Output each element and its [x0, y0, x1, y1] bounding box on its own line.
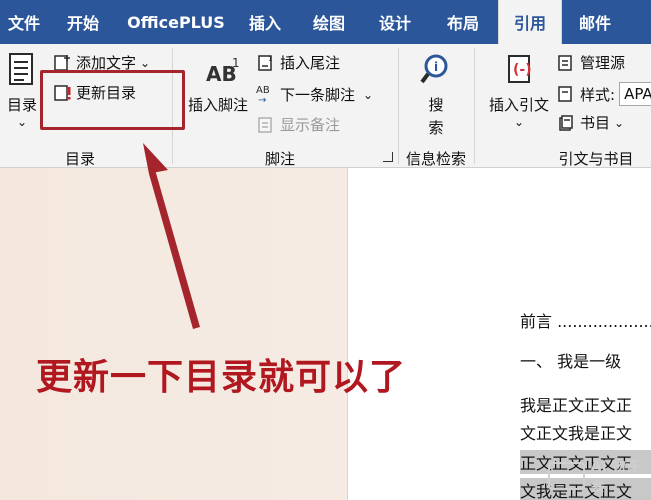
chevron-down-icon: ⌄: [363, 87, 374, 102]
ribbon-tab-bar: 文件 开始 OfficePLUS 插入 绘图 设计 布局 引用 邮件: [0, 0, 651, 44]
style-selector[interactable]: 样式: APA: [556, 82, 651, 106]
svg-text:1: 1: [268, 55, 272, 63]
tab-file[interactable]: 文件: [0, 0, 48, 44]
search-label-1: 搜: [428, 96, 444, 114]
group-separator: [398, 48, 399, 164]
doc-line-toc[interactable]: 前言 ..........................: [520, 308, 651, 332]
annotation-text: 更新一下目录就可以了: [36, 357, 407, 398]
chevron-down-icon: ⌄: [140, 55, 151, 70]
watermark-text: AI 物许会: [590, 458, 640, 495]
tab-mailings[interactable]: 邮件: [562, 0, 628, 44]
annotation-highlight-box: [40, 70, 185, 130]
toc-group-label: 目录: [64, 150, 95, 168]
insert-citation-button[interactable]: (-) 插入引文 ⌄: [486, 52, 552, 129]
doc-line-heading[interactable]: 一、 我是一级: [520, 348, 621, 372]
tab-insert[interactable]: 插入: [234, 0, 296, 44]
insert-footnote-button[interactable]: AB 1 插入脚注: [182, 56, 254, 115]
bibliography-icon: [559, 114, 573, 131]
doc-line-body-1[interactable]: 我是正文正文正: [520, 392, 632, 416]
insert-endnote-button[interactable]: 1 插入尾注: [256, 52, 340, 73]
next-footnote-icon: AB →: [256, 84, 270, 106]
citations-group-label: 引文与书目: [558, 150, 634, 168]
tab-references[interactable]: 引用: [498, 0, 562, 44]
chevron-down-icon: ⌄: [513, 115, 525, 129]
group-separator: [474, 48, 475, 164]
manage-sources-label: 管理源: [580, 54, 626, 72]
style-icon: [558, 86, 572, 102]
tab-design[interactable]: 设计: [362, 0, 428, 44]
search-label-2: 索: [428, 119, 444, 137]
show-notes-label: 显示备注: [280, 116, 341, 134]
tab-home[interactable]: 开始: [48, 0, 118, 44]
doc-line-body-2[interactable]: 文正文我是正文: [520, 420, 632, 444]
bibliography-label: 书目: [580, 114, 611, 132]
style-dropdown[interactable]: APA: [619, 82, 651, 106]
tab-officeplus[interactable]: OfficePLUS: [118, 0, 234, 44]
manage-sources-icon: [558, 54, 572, 71]
chevron-down-icon: ⌄: [16, 115, 28, 129]
toc-button[interactable]: 目录 ⌄: [4, 52, 40, 129]
search-icon: i: [420, 54, 448, 84]
tab-draw[interactable]: 绘图: [296, 0, 362, 44]
next-footnote-label: 下一条脚注: [280, 86, 356, 104]
manage-sources-button[interactable]: 管理源: [556, 52, 625, 73]
word-window: 文件 开始 OfficePLUS 插入 绘图 设计 布局 引用 邮件 目录 ⌄ …: [0, 0, 651, 500]
footnote-group-label: 脚注: [264, 150, 295, 168]
tab-layout[interactable]: 布局: [428, 0, 498, 44]
show-notes-icon: [258, 116, 272, 133]
insert-endnote-icon: 1: [258, 55, 272, 71]
insert-footnote-label: 插入脚注: [187, 96, 248, 114]
style-label: 样式:: [580, 85, 616, 104]
bibliography-button[interactable]: 书目 ⌄: [556, 112, 624, 133]
watermark-logo-icon: [548, 461, 585, 490]
show-notes-button[interactable]: 显示备注: [256, 114, 340, 135]
table-of-contents-icon: [9, 53, 33, 85]
next-footnote-button[interactable]: AB → 下一条脚注 ⌄: [256, 84, 374, 106]
insert-citation-icon: (-): [508, 55, 532, 83]
chevron-down-icon: ⌄: [614, 115, 625, 130]
toc-button-label: 目录: [6, 96, 37, 114]
svg-text:i: i: [434, 60, 438, 74]
svg-text:(-): (-): [513, 62, 532, 78]
research-group-label: 信息检索: [405, 150, 466, 168]
footnote-superscript: 1: [232, 56, 240, 70]
insert-citation-label: 插入引文: [488, 96, 549, 114]
search-button[interactable]: i 搜 索: [412, 52, 460, 138]
footnote-icon: AB 1: [196, 56, 240, 88]
insert-endnote-label: 插入尾注: [280, 54, 341, 72]
watermark: AI 物许会: [548, 451, 651, 500]
footnote-dialog-launcher-icon[interactable]: [383, 152, 393, 162]
